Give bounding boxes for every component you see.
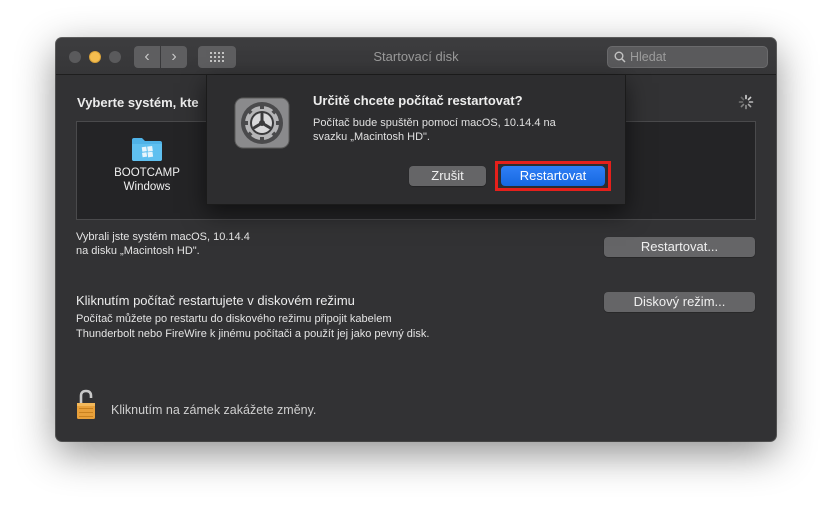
restart-button[interactable]: Restartovat... bbox=[604, 237, 755, 257]
dialog-message-line: Počítač bude spuštěn pomocí macOS, 10.14… bbox=[313, 117, 556, 129]
search-input[interactable] bbox=[630, 49, 762, 65]
disk-name: BOOTCAMP bbox=[114, 167, 180, 179]
title-bar: ‹ › Startovací disk bbox=[56, 38, 776, 75]
system-preferences-gear-icon bbox=[234, 97, 290, 149]
disk-mode-button[interactable]: Diskový režim... bbox=[604, 292, 755, 312]
confirm-restart-button[interactable]: Restartovat bbox=[501, 166, 605, 186]
disk-mode-desc-line: Počítač můžete po restartu do diskového … bbox=[76, 313, 392, 325]
cancel-button[interactable]: Zrušit bbox=[409, 166, 486, 186]
search-icon bbox=[614, 51, 626, 63]
dialog-message: Počítač bude spuštěn pomocí macOS, 10.14… bbox=[313, 116, 603, 144]
dialog-title: Určitě chcete počítač restartovat? bbox=[313, 93, 523, 108]
unlocked-lock-icon[interactable] bbox=[76, 389, 98, 421]
disk-os-label: Windows bbox=[123, 181, 171, 193]
disk-mode-title: Kliknutím počítač restartujete v diskové… bbox=[76, 293, 355, 308]
highlight-box: Restartovat bbox=[495, 161, 611, 191]
progress-spinner-icon bbox=[738, 94, 754, 110]
select-system-heading: Vyberte systém, kte bbox=[77, 95, 199, 110]
selected-system-info: Vybrali jste systém macOS, 10.14.4 na di… bbox=[76, 230, 250, 258]
disk-mode-desc-line: Thunderbolt nebo FireWire k jinému počít… bbox=[76, 328, 430, 340]
selected-info-line: na disku „Macintosh HD". bbox=[76, 245, 200, 257]
lock-hint-text: Kliknutím na zámek zakážete změny. bbox=[111, 403, 317, 417]
search-field[interactable] bbox=[607, 46, 768, 68]
disk-item-bootcamp[interactable]: BOOTCAMP Windows bbox=[107, 136, 187, 194]
folder-windows-icon bbox=[132, 138, 162, 161]
selected-info-line: Vybrali jste systém macOS, 10.14.4 bbox=[76, 231, 250, 243]
restart-confirm-dialog: Určitě chcete počítač restartovat? Počít… bbox=[206, 75, 626, 205]
dialog-message-line: svazku „Macintosh HD". bbox=[313, 131, 430, 143]
system-preferences-window: ‹ › Startovací disk Vyberte systém, kte bbox=[56, 38, 776, 441]
disk-mode-description: Počítač můžete po restartu do diskového … bbox=[76, 312, 429, 342]
